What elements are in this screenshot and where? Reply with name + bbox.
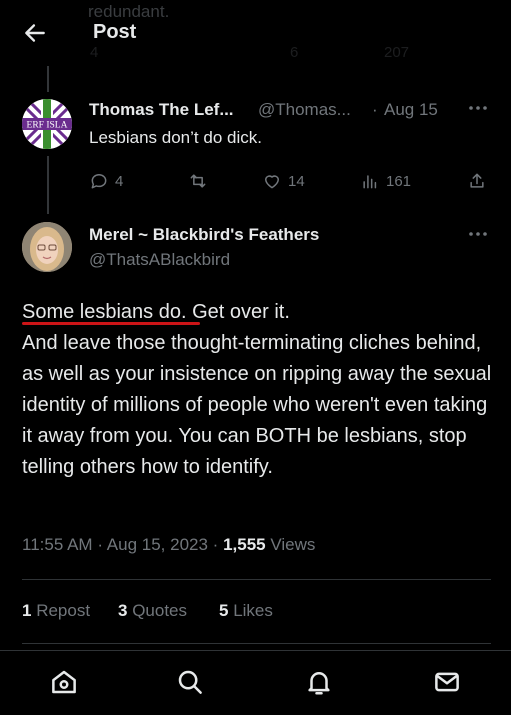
more-options-icon[interactable] <box>466 222 490 246</box>
repost-icon <box>190 174 206 188</box>
author-name[interactable]: Thomas The Lef... <box>89 100 234 120</box>
like-stat[interactable]: 5 Likes <box>219 601 273 621</box>
svg-text:ERF ISLA: ERF ISLA <box>27 121 68 131</box>
views-button[interactable]: 161 <box>360 170 411 192</box>
author-handle[interactable]: @Thomas... <box>258 100 351 120</box>
views-label: Views <box>270 535 316 554</box>
reply-icon <box>91 174 107 189</box>
author-handle[interactable]: @ThatsABlackbird <box>89 250 230 270</box>
heart-icon <box>265 175 279 189</box>
quote-stat[interactable]: 3 Quotes <box>118 601 187 621</box>
views-count: 1,555 <box>223 535 266 554</box>
flag-avatar-image: ERF ISLA <box>22 99 72 149</box>
page-title: Post <box>93 21 137 43</box>
divider <box>22 643 491 644</box>
home-icon[interactable] <box>49 667 79 697</box>
more-options-icon[interactable] <box>466 96 490 120</box>
separator-dot: · <box>372 100 378 119</box>
like-button[interactable]: 14 <box>262 170 305 192</box>
thread-line-bottom <box>47 156 49 214</box>
separator-dot: · <box>97 535 103 554</box>
repost-stat[interactable]: 1 Repost <box>22 601 90 621</box>
share-button[interactable] <box>467 170 487 192</box>
messages-icon[interactable] <box>432 667 462 697</box>
like-count: 14 <box>288 172 305 190</box>
thread-line-top <box>47 66 49 92</box>
author-name[interactable]: Merel ~ Blackbird's Feathers <box>89 225 319 245</box>
repost-button[interactable] <box>188 170 214 192</box>
top-header: Post <box>0 0 511 66</box>
separator-dot: · <box>212 535 219 554</box>
avatar[interactable] <box>22 222 72 272</box>
post-meta: 11:55 AM · Aug 15, 2023 · 1,555 Views <box>22 535 315 555</box>
post-full-date[interactable]: Aug 15, 2023 <box>107 535 208 554</box>
search-icon[interactable] <box>175 667 205 697</box>
like-stat-label: Likes <box>233 601 273 620</box>
quote-stat-count: 3 <box>118 601 128 620</box>
post-time[interactable]: 11:55 AM <box>22 535 93 554</box>
share-icon <box>470 173 484 188</box>
repost-stat-count: 1 <box>22 601 32 620</box>
quote-stat-label: Quotes <box>132 601 188 620</box>
back-arrow-icon[interactable] <box>22 20 48 46</box>
post-date[interactable]: Aug 15 <box>384 100 438 120</box>
profile-photo-image <box>22 222 72 272</box>
avatar[interactable]: ERF ISLA <box>22 99 72 149</box>
divider <box>22 579 491 580</box>
post-text: Lesbians don’t do dick. <box>89 128 262 147</box>
analytics-icon <box>363 175 377 189</box>
notifications-icon[interactable] <box>304 667 334 697</box>
view-count: 161 <box>386 172 412 190</box>
repost-stat-label: Repost <box>36 601 91 620</box>
like-stat-count: 5 <box>219 601 229 620</box>
reply-count: 4 <box>115 172 124 190</box>
reply-button[interactable]: 4 <box>89 170 123 192</box>
red-underline-annotation <box>22 322 200 325</box>
post-line-2: And leave those thought-terminating clic… <box>22 332 492 478</box>
